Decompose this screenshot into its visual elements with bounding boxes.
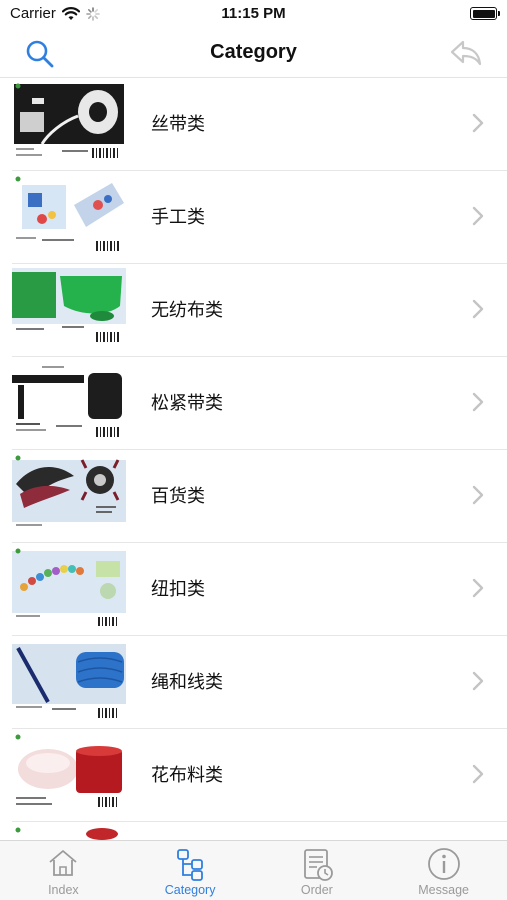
tab-label: Order: [300, 883, 333, 897]
feather-product-thumbnail: [12, 454, 126, 536]
category-list: 丝带类 手工类 无纺布类 松紧带类 百货类 纽扣类 绳和线类 花布料类: [0, 79, 507, 840]
tab-category[interactable]: Category: [127, 841, 254, 900]
category-row[interactable]: 纽扣类: [12, 543, 507, 636]
category-tree-icon: [177, 849, 204, 881]
category-label: 花布料类: [151, 765, 223, 785]
category-row[interactable]: 丝带类: [12, 79, 507, 171]
chevron-right-icon: [472, 392, 484, 412]
page-title: Category: [210, 41, 297, 63]
category-label: 绳和线类: [151, 672, 223, 692]
order-list-icon: [303, 849, 333, 881]
product-thumbnail: [12, 826, 126, 840]
tab-index[interactable]: Index: [0, 841, 127, 900]
tab-label: Category: [164, 883, 216, 897]
chevron-right-icon: [472, 485, 484, 505]
status-bar: Carrier 11:15 PM: [0, 0, 507, 28]
tab-message[interactable]: Message: [380, 841, 507, 900]
chevron-right-icon: [472, 299, 484, 319]
house-icon: [49, 850, 77, 876]
category-row[interactable]: 松紧带类: [12, 357, 507, 450]
tab-label: Message: [418, 883, 469, 897]
category-label: 松紧带类: [151, 393, 223, 413]
category-label: 手工类: [151, 207, 205, 227]
tab-bar: Index Category Order Message: [0, 840, 507, 900]
battery-icon: [470, 7, 500, 20]
info-icon: [427, 848, 460, 880]
category-label: 无纺布类: [151, 300, 223, 320]
category-row[interactable]: 百货类: [12, 450, 507, 543]
chevron-right-icon: [472, 671, 484, 691]
button-product-thumbnail: [12, 547, 126, 629]
category-row[interactable]: 手工类: [12, 171, 507, 264]
tab-label: Index: [48, 883, 79, 897]
category-label: 丝带类: [151, 114, 205, 134]
chevron-right-icon: [472, 764, 484, 784]
category-row[interactable]: 绳和线类: [12, 636, 507, 729]
status-time: 11:15 PM: [221, 5, 286, 22]
ribbon-product-thumbnail: [12, 82, 126, 164]
craft-product-thumbnail: [12, 175, 126, 257]
cord-product-thumbnail: [12, 640, 126, 722]
category-label: 百货类: [151, 486, 205, 506]
elastic-product-thumbnail: [12, 361, 126, 443]
nonwoven-product-thumbnail: [12, 268, 126, 350]
reply-icon[interactable]: [449, 38, 483, 68]
chevron-right-icon: [472, 206, 484, 226]
tab-order[interactable]: Order: [254, 841, 381, 900]
category-row[interactable]: 无纺布类: [12, 264, 507, 357]
category-label: 纽扣类: [151, 579, 205, 599]
fabric-product-thumbnail: [12, 733, 126, 815]
category-row[interactable]: 花布料类: [12, 729, 507, 822]
chevron-right-icon: [472, 113, 484, 133]
category-row[interactable]: [12, 822, 507, 840]
chevron-right-icon: [472, 578, 484, 598]
navigation-bar: Category: [0, 28, 507, 78]
